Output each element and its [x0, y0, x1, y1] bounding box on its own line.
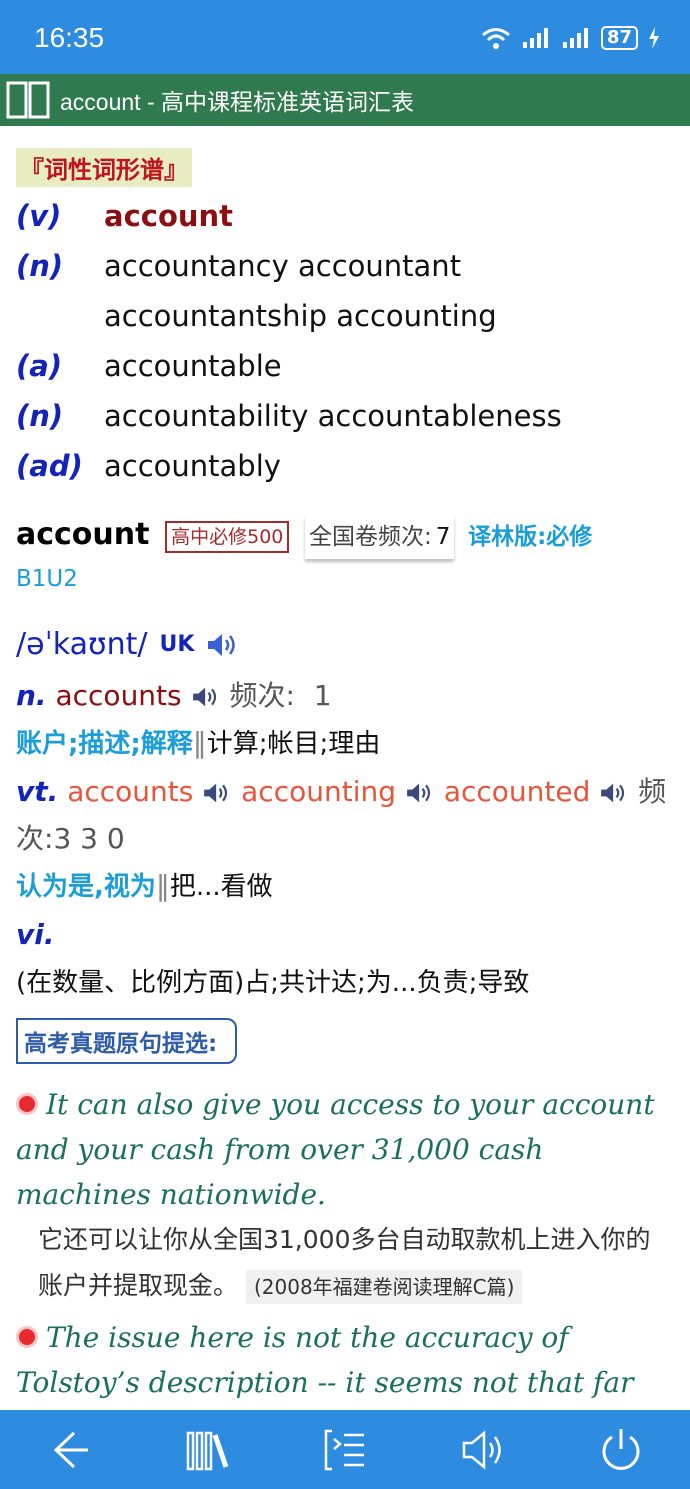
headword-row: account 高中必修500 全国卷频次: 7 译林版:必修 B1U2: [16, 513, 674, 599]
signal-icon: [522, 28, 548, 48]
word-family-row: (v) account: [16, 191, 674, 241]
example-sentence: The issue here is not the accuracy of To…: [16, 1315, 674, 1410]
charging-icon: [649, 27, 659, 49]
vt-definition: 认为是,视为‖把...看做: [16, 862, 674, 911]
textbook-unit: B1U2: [16, 566, 78, 592]
back-icon[interactable]: [44, 1425, 94, 1475]
vt-line: vt. accounts accounting accounted 频 次:3 …: [16, 768, 674, 862]
word-family-row: (a) accountable: [16, 341, 674, 391]
bullet-icon: [16, 1092, 38, 1115]
exam-frequency: 全国卷频次: 7: [305, 515, 454, 559]
level-badge: 高中必修500: [165, 521, 290, 553]
vt-freq-label: 频: [638, 775, 667, 808]
def-separator: ‖: [155, 869, 170, 902]
freq-label: 全国卷频次:: [309, 524, 432, 550]
noun-def-rest: 计算;帐目;理由: [206, 729, 381, 759]
vt-freq-value: 3 3 0: [53, 822, 125, 855]
vt-def-rest: 把...看做: [169, 872, 273, 902]
vi-definition: (在数量、比例方面)占;共计达;为...负责;导致: [16, 968, 530, 998]
word-family-tag: 『词性词形谱』: [16, 148, 192, 187]
word-forms[interactable]: accountable: [104, 341, 282, 391]
page-title: account - 高中课程标准英语词汇表: [60, 89, 414, 115]
word-forms[interactable]: accountability accountableness: [104, 391, 562, 441]
vt-form[interactable]: accounts: [67, 775, 193, 808]
exam-sentences-label: 高考真题原句提选:: [16, 1018, 238, 1064]
word-family-row: (n) accountability accountableness: [16, 391, 674, 441]
pos-label: (v): [16, 199, 62, 233]
battery-level: 87: [600, 26, 638, 50]
word-family-row: (ad) accountably: [16, 441, 674, 491]
pos-label: (ad): [16, 449, 83, 483]
noun-definition: 账户;描述;解释‖计算;帐目;理由: [16, 719, 674, 768]
def-separator: ‖: [192, 726, 207, 759]
noun-form[interactable]: accounts: [55, 679, 181, 712]
speaker-icon[interactable]: [458, 1425, 508, 1475]
pos-label: (a): [16, 349, 63, 383]
example-en: It can also give you access to your acco…: [16, 1088, 655, 1211]
pos-label: (n): [16, 249, 64, 283]
vt-pos: vt.: [16, 775, 59, 808]
signal-icon-2: [562, 28, 588, 48]
library-icon[interactable]: [182, 1425, 232, 1475]
vt-freq-label-2: 次:: [16, 822, 54, 855]
power-icon[interactable]: [596, 1425, 646, 1475]
dictionary-content[interactable]: 『词性词形谱』 (v) account (n) accountancy acco…: [0, 126, 690, 1410]
speaker-icon[interactable]: [405, 781, 435, 805]
word-family-list: (v) account (n) accountancy accountant a…: [16, 191, 674, 491]
freq-value: 7: [435, 524, 451, 550]
status-icons: 87: [481, 26, 660, 50]
example-sentence: It can also give you access to your acco…: [16, 1082, 674, 1217]
noun-line: n. accounts 频次: 1: [16, 672, 674, 719]
headword: account: [16, 517, 150, 552]
wifi-icon: [481, 28, 510, 49]
vi-pos: vi.: [16, 918, 55, 951]
vi-line: vi.: [16, 911, 674, 958]
word-forms[interactable]: accountancy accountant accountantship ac…: [104, 241, 674, 341]
word-family-row: (n) accountancy accountant accountantshi…: [16, 241, 674, 341]
book-icon[interactable]: [6, 80, 50, 120]
speaker-icon[interactable]: [599, 781, 629, 805]
status-bar: 16:35 87: [0, 0, 690, 74]
noun-pos: n.: [16, 679, 47, 712]
pos-label: (n): [16, 399, 64, 433]
phonetic: /əˈkaʊnt/: [16, 627, 148, 662]
bottom-nav: [0, 1410, 690, 1489]
vt-form[interactable]: accounting: [241, 775, 396, 808]
noun-freq-value: 1: [313, 679, 332, 712]
phonetic-row: /əˈkaʊnt/ UK: [16, 627, 674, 662]
word-forms[interactable]: account: [104, 191, 233, 241]
speaker-icon[interactable]: [206, 631, 240, 659]
noun-freq-label: 频次:: [229, 679, 295, 712]
vt-form[interactable]: accounted: [444, 775, 591, 808]
word-forms[interactable]: accountably: [104, 441, 281, 491]
example-source: (2008年福建卷阅读理解C篇): [245, 1270, 523, 1304]
title-bar: account - 高中课程标准英语词汇表: [0, 74, 690, 126]
example-en: The issue here is not the accuracy of To…: [16, 1321, 634, 1399]
status-time: 16:35: [34, 22, 105, 53]
example-translation: 它还可以让你从全国31,000多台自动取款机上进入你的账户并提取现金。 (200…: [16, 1217, 674, 1309]
speaker-icon[interactable]: [191, 685, 221, 709]
toc-icon[interactable]: [320, 1425, 370, 1475]
bullet-icon: [16, 1325, 38, 1348]
uk-label: UK: [159, 632, 195, 657]
vt-def-key: 认为是,视为: [16, 872, 156, 902]
textbook-edition: 译林版:必修: [468, 524, 593, 550]
speaker-icon[interactable]: [202, 781, 232, 805]
noun-def-key: 账户;描述;解释: [16, 729, 193, 759]
